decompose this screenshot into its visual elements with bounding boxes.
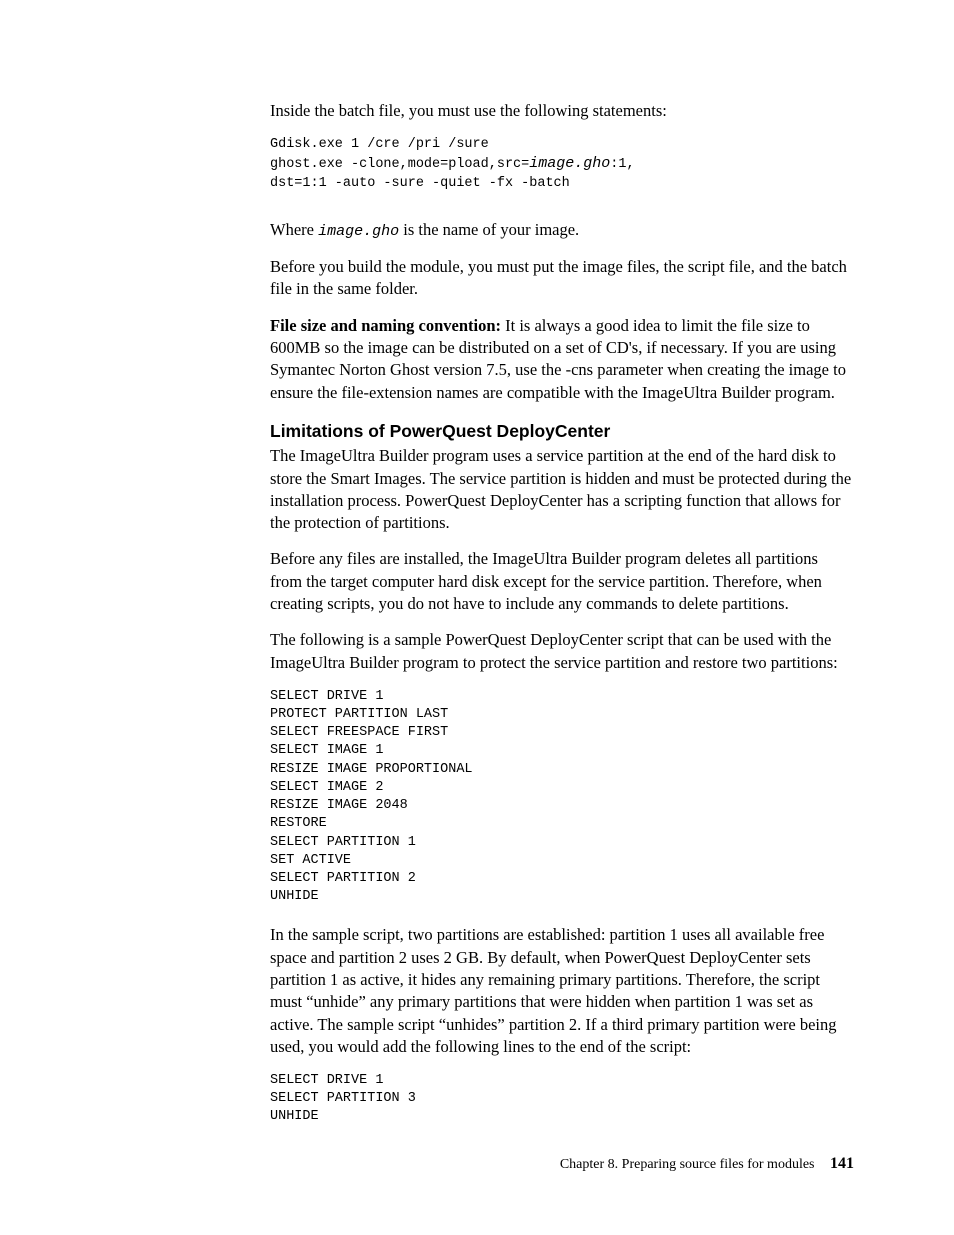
- code-block-script-1: SELECT DRIVE 1 PROTECT PARTITION LAST SE…: [270, 688, 854, 907]
- code-inline-var: image.gho: [529, 155, 610, 172]
- code-line: dst=1:1 -auto -sure -quiet -fx -batch: [270, 176, 570, 191]
- paragraph-limitations-1: The ImageUltra Builder program uses a se…: [270, 445, 854, 534]
- code-block-script-2: SELECT DRIVE 1 SELECT PARTITION 3 UNHIDE: [270, 1072, 854, 1127]
- inline-heading: File size and naming convention:: [270, 316, 501, 335]
- paragraph-sample-intro: The following is a sample PowerQuest Dep…: [270, 629, 854, 674]
- page-content: Inside the batch file, you must use the …: [0, 0, 954, 1127]
- paragraph-intro: Inside the batch file, you must use the …: [270, 100, 854, 122]
- paragraph-limitations-2: Before any files are installed, the Imag…: [270, 548, 854, 615]
- code-line: ghost.exe -clone,mode=pload,src=image.gh…: [270, 157, 635, 172]
- code-line: Gdisk.exe 1 /cre /pri /sure: [270, 137, 489, 152]
- paragraph-sample-expl: In the sample script, two partitions are…: [270, 924, 854, 1058]
- paragraph-before-build: Before you build the module, you must pu…: [270, 256, 854, 301]
- code-inline-var: image.gho: [318, 223, 399, 240]
- footer-page-number: 141: [830, 1155, 854, 1172]
- section-heading: Limitations of PowerQuest DeployCenter: [270, 420, 854, 444]
- code-block-batch: Gdisk.exe 1 /cre /pri /sure ghost.exe -c…: [270, 136, 854, 193]
- paragraph-file-size: File size and naming convention: It is a…: [270, 315, 854, 404]
- paragraph-where: Where image.gho is the name of your imag…: [270, 219, 854, 242]
- page-footer: Chapter 8. Preparing source files for mo…: [560, 1155, 854, 1173]
- footer-chapter: Chapter 8. Preparing source files for mo…: [560, 1157, 815, 1172]
